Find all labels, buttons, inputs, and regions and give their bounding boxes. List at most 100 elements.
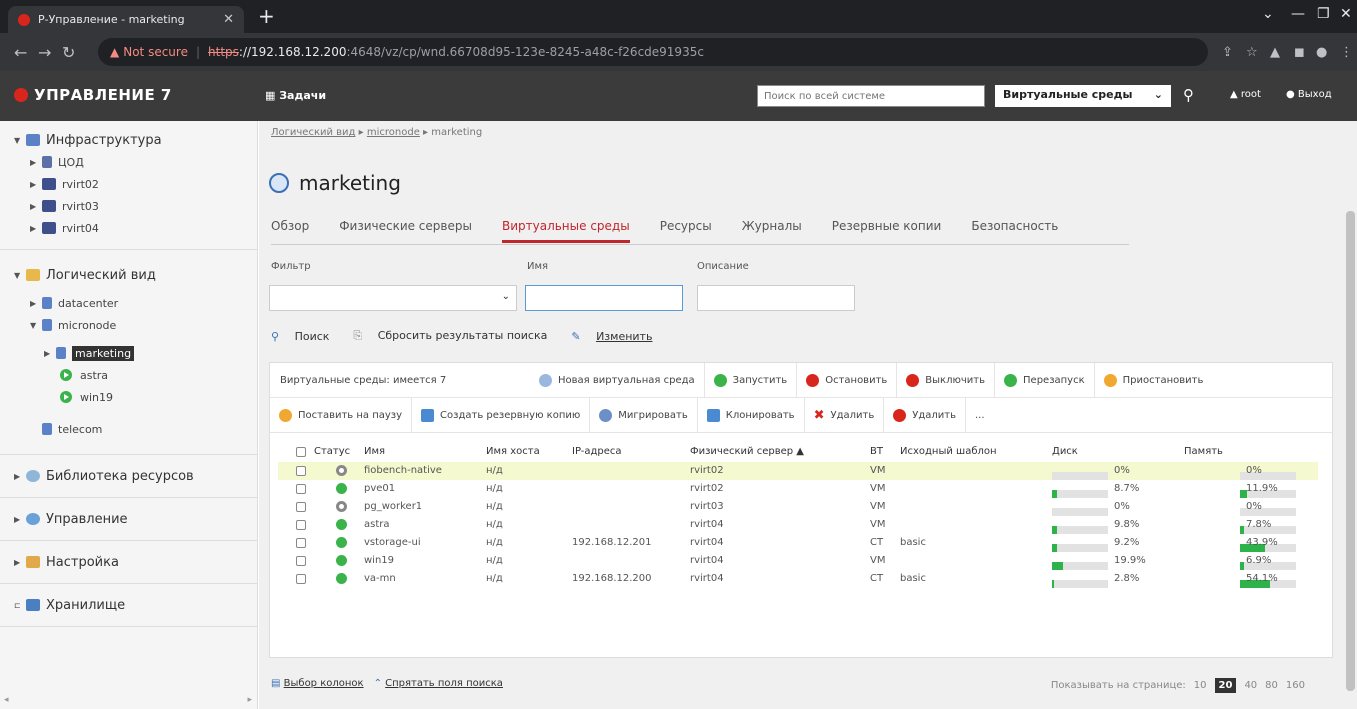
cell-name[interactable]: fiobench-native	[364, 465, 442, 476]
bookmark-star-icon[interactable]: ☆	[1246, 45, 1258, 60]
table-row[interactable]: fiobench-native н/д rvirt02 VM 0% 0%	[278, 462, 1318, 480]
collapse-icon[interactable]: ▶	[14, 515, 26, 524]
collapse-icon[interactable]: ▶	[30, 224, 42, 233]
search-scope-select[interactable]: Виртуальные среды ⌄	[995, 85, 1171, 107]
col-memory[interactable]: Память	[1184, 446, 1223, 457]
collapse-icon[interactable]: ▶	[30, 180, 42, 189]
main-scrollbar[interactable]	[1344, 121, 1357, 709]
sidebar-item-infrastructure[interactable]: ▼ Инфраструктура	[0, 129, 257, 151]
pause-button[interactable]: Поставить на паузу	[270, 398, 413, 432]
close-window-icon[interactable]: ✕	[1340, 6, 1352, 22]
extension-icon[interactable]: ▲	[1270, 45, 1280, 60]
page-size-10[interactable]: 10	[1194, 680, 1207, 691]
hide-search-button[interactable]: ⌃ Спрятать поля поиска	[374, 678, 503, 689]
start-button[interactable]: Запустить	[705, 363, 798, 397]
collapse-icon[interactable]: ▶	[14, 558, 26, 567]
sidebar-item-storage[interactable]: ⊏ Хранилище	[0, 584, 257, 627]
tab-physical-servers[interactable]: Физические серверы	[339, 219, 472, 244]
sidebar-item-management[interactable]: ▶ Управление	[0, 498, 257, 541]
col-disk[interactable]: Диск	[1052, 446, 1078, 457]
address-bar[interactable]: ▲ Not secure | https ://192.168.12.200 :…	[98, 38, 1208, 66]
row-checkbox[interactable]	[296, 466, 306, 476]
cell-name[interactable]: pve01	[364, 483, 395, 494]
sidebar-item-micronode[interactable]: ▼ micronode	[0, 314, 257, 336]
share-icon[interactable]: ⇪	[1222, 45, 1233, 60]
tab-virtual-envs[interactable]: Виртуальные среды	[501, 219, 630, 243]
breadcrumb-micronode[interactable]: micronode	[367, 127, 420, 138]
sidebar-item-datacenter[interactable]: ▶ datacenter	[0, 292, 257, 314]
page-size-80[interactable]: 80	[1265, 680, 1278, 691]
remove-button[interactable]: Удалить	[884, 398, 966, 432]
table-row[interactable]: vstorage-ui н/д 192.168.12.201 rvirt04 CT bas…	[278, 534, 1318, 552]
page-size-40[interactable]: 40	[1244, 680, 1257, 691]
page-size-20[interactable]: 20	[1214, 678, 1237, 693]
table-row[interactable]: win19 н/д rvirt04 VM 19.9% 6.9%	[278, 552, 1318, 570]
scroll-left-icon[interactable]: ◂	[4, 695, 9, 705]
delete-button[interactable]: ✖ Удалить	[805, 398, 885, 432]
col-name[interactable]: Имя	[364, 446, 385, 457]
table-row[interactable]: astra н/д rvirt04 VM 9.8% 7.8%	[278, 516, 1318, 534]
cell-name[interactable]: va-mn	[364, 573, 396, 584]
app-logo[interactable]: УПРАВЛЕНИЕ 7	[14, 86, 172, 104]
collapse-icon[interactable]: ▶	[44, 349, 56, 358]
cell-name[interactable]: astra	[364, 519, 390, 530]
expand-icon[interactable]: ▼	[14, 136, 26, 145]
back-icon[interactable]: ←	[14, 43, 32, 62]
row-checkbox[interactable]	[296, 556, 306, 566]
sidebar-item-marketing[interactable]: ▶ marketing	[0, 342, 257, 364]
sidebar-item-logical-view[interactable]: ▼ Логический вид	[0, 264, 257, 286]
collapse-icon[interactable]: ▶	[30, 299, 42, 308]
expand-icon[interactable]: ▼	[14, 271, 26, 280]
menu-icon[interactable]: ⋮	[1340, 45, 1353, 60]
stop-button[interactable]: Остановить	[797, 363, 898, 397]
col-ip[interactable]: IP-адреса	[572, 446, 622, 457]
backup-button[interactable]: Создать резервную копию	[412, 398, 591, 432]
sidebar-item-settings[interactable]: ▶ Настройка	[0, 541, 257, 584]
new-vm-button[interactable]: Новая виртуальная среда	[530, 363, 705, 397]
tasks-button[interactable]: ▦ Задачи	[265, 89, 326, 102]
row-checkbox[interactable]	[296, 574, 306, 584]
storage-expand-icon[interactable]: ⊏	[14, 601, 26, 610]
not-secure-label[interactable]: Not secure	[123, 45, 188, 59]
tab-close-icon[interactable]: ✕	[223, 12, 234, 27]
cell-name[interactable]: pg_worker1	[364, 501, 422, 512]
row-checkbox[interactable]	[296, 538, 306, 548]
search-button[interactable]: ⚲ Поиск	[271, 330, 341, 343]
restore-icon[interactable]: ❐	[1317, 6, 1330, 22]
sidebar-item-rvirt02[interactable]: ▶ rvirt02	[0, 173, 257, 195]
browser-tab[interactable]: Р-Управление - marketing ✕	[8, 6, 244, 33]
tab-logs[interactable]: Журналы	[742, 219, 802, 244]
breadcrumb-logical[interactable]: Логический вид	[271, 127, 355, 138]
collapse-icon[interactable]: ▶	[30, 158, 42, 167]
sidepanel-icon[interactable]: ◼	[1294, 45, 1305, 60]
reload-icon[interactable]: ↻	[62, 43, 80, 62]
filter-select[interactable]: ⌄	[269, 285, 517, 311]
cell-name[interactable]: win19	[364, 555, 394, 566]
sidebar-item-library[interactable]: ▶ Библиотека ресурсов	[0, 455, 257, 498]
poweroff-button[interactable]: Выключить	[897, 363, 996, 397]
cell-name[interactable]: vstorage-ui	[364, 537, 421, 548]
global-search-input[interactable]	[757, 85, 985, 107]
clone-button[interactable]: Клонировать	[698, 398, 805, 432]
col-vt[interactable]: ВТ	[870, 446, 883, 457]
sidebar-item-win19[interactable]: win19	[0, 386, 257, 408]
expand-icon[interactable]: ▼	[30, 321, 42, 330]
table-row[interactable]: pve01 н/д rvirt02 VM 8.7% 11.9%	[278, 480, 1318, 498]
change-button[interactable]: ✎ Изменить	[571, 330, 664, 343]
sidebar-item-telecom[interactable]: telecom	[0, 418, 257, 440]
row-checkbox[interactable]	[296, 484, 306, 494]
sidebar-scrollbar[interactable]: ◂ ▸	[0, 695, 258, 709]
col-server[interactable]: Физический сервер ▲	[690, 446, 804, 457]
scrollbar-thumb[interactable]	[1346, 211, 1355, 691]
row-checkbox[interactable]	[296, 520, 306, 530]
sidebar-item-astra[interactable]: astra	[0, 364, 257, 386]
tab-search-icon[interactable]: ⌄	[1262, 6, 1274, 22]
scroll-right-icon[interactable]: ▸	[247, 695, 252, 705]
more-actions-button[interactable]: ...	[966, 398, 994, 432]
table-row[interactable]: va-mn н/д 192.168.12.200 rvirt04 CT basic 2.8%…	[278, 570, 1318, 588]
migrate-button[interactable]: Мигрировать	[590, 398, 698, 432]
sidebar-item-datacenter-cod[interactable]: ▶ ЦОД	[0, 151, 257, 173]
col-template[interactable]: Исходный шаблон	[900, 446, 997, 457]
forward-icon[interactable]: →	[38, 43, 56, 62]
collapse-icon[interactable]: ▶	[30, 202, 42, 211]
